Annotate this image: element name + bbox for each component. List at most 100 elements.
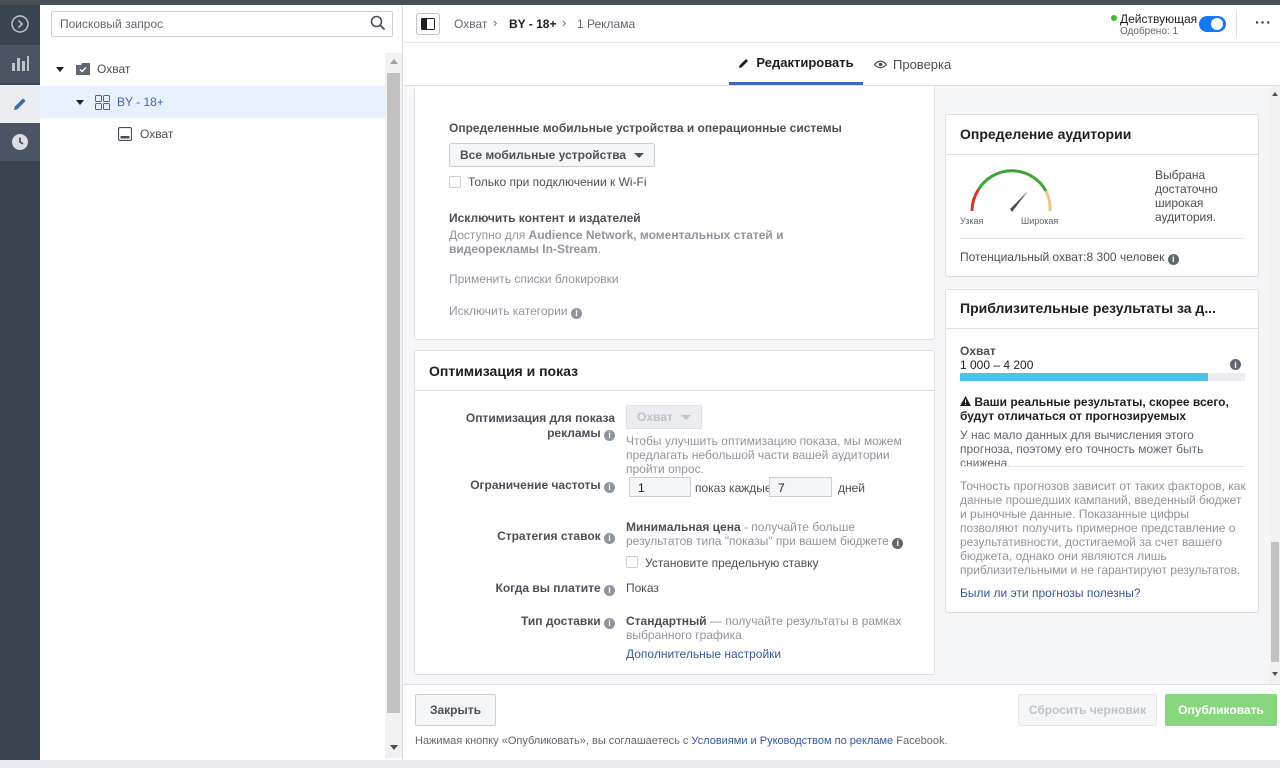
bid-cap-checkbox[interactable]	[626, 556, 638, 568]
delivery-label-row: Тип доставки i	[429, 614, 615, 629]
bid-strategy-name: Минимальная цена	[626, 520, 741, 534]
discard-draft-button[interactable]: Сбросить черновик	[1018, 694, 1157, 726]
caret-down-icon[interactable]	[76, 99, 84, 105]
breadcrumb-adset[interactable]: BY - 18+	[509, 17, 556, 31]
info-icon[interactable]: i	[1230, 359, 1241, 370]
adset-grid-icon	[95, 94, 110, 110]
estimate-range: 1 000 – 4 200	[960, 358, 1034, 372]
tree-item-label: Охват	[97, 62, 131, 76]
more-options-icon[interactable]: ···	[1255, 14, 1272, 30]
publish-button[interactable]: Опубликовать	[1165, 694, 1277, 726]
scroll-up-icon[interactable]	[390, 59, 398, 64]
status-dot	[1111, 15, 1117, 21]
more-settings-link[interactable]: Дополнительные настройки	[626, 647, 781, 661]
reports-button[interactable]	[0, 45, 40, 83]
terms-link[interactable]: Условиями и Руководством по рекламе	[691, 735, 893, 747]
exclude-categories-label: Исключить категории	[449, 304, 568, 318]
scroll-down-icon[interactable]	[390, 745, 398, 750]
freq-days-input[interactable]: 7	[769, 477, 832, 497]
scroll-up-icon[interactable]	[1272, 92, 1278, 96]
chevron-right-circle-icon	[11, 15, 29, 33]
delivery-label: Тип доставки	[521, 614, 601, 628]
delivery-type: Стандартный	[626, 614, 707, 628]
pencil-icon	[739, 58, 749, 68]
freq-mid-label: показ каждые	[695, 481, 772, 495]
caret-down-icon[interactable]	[56, 66, 64, 72]
wifi-checkbox[interactable]	[449, 176, 461, 188]
chevron-right-icon: ›	[493, 15, 498, 30]
audience-gauge	[970, 169, 1052, 212]
caret-down-icon	[680, 414, 691, 420]
freq-impressions-input[interactable]: 1	[629, 477, 691, 497]
warning-desc: У нас мало данных для вычисления этого п…	[960, 428, 1204, 470]
caret-down-icon	[634, 152, 645, 158]
divider	[960, 238, 1244, 239]
devices-dropdown[interactable]: Все мобильные устройства	[449, 143, 656, 167]
chevron-right-icon: ›	[562, 15, 567, 30]
status-label: Действующая	[1120, 12, 1198, 26]
scroll-thumb[interactable]	[387, 73, 400, 713]
tab-edit[interactable]: Редактировать	[729, 43, 863, 85]
history-button[interactable]	[0, 123, 40, 161]
gauge-wide-label: Широкая	[1021, 216, 1059, 226]
potential-reach: Потенциальный охват:8 300 человек i	[960, 250, 1179, 265]
search-icon[interactable]	[370, 15, 386, 31]
tree-item-campaign[interactable]: Охват	[40, 53, 385, 85]
tree-scrollbar[interactable]	[385, 53, 402, 758]
tab-label: Проверка	[893, 56, 952, 72]
info-icon[interactable]: i	[604, 481, 615, 493]
bid-label-row: Стратегия ставок i	[429, 529, 615, 544]
scroll-thumb[interactable]	[1271, 542, 1279, 662]
info-icon[interactable]: i	[604, 532, 615, 544]
close-button[interactable]: Закрыть	[415, 694, 496, 726]
opt-label-line1: Оптимизация для показа	[465, 411, 615, 425]
footer-bar: Закрыть Сбросить черновик Опубликовать Н…	[404, 684, 1280, 760]
info-icon[interactable]: i	[604, 617, 615, 629]
content-scrollbar[interactable]	[1270, 86, 1280, 684]
pay-label-row: Когда вы платите i	[429, 581, 615, 596]
block-lists-link[interactable]: Применить списки блокировки	[449, 272, 619, 286]
freq-unit-label: дней	[838, 481, 866, 495]
optimization-dropdown[interactable]: Охват	[626, 405, 702, 429]
tree-item-label: BY - 18+	[117, 95, 164, 109]
exclude-categories-row[interactable]: Исключить категории i	[449, 304, 582, 319]
tab-review[interactable]: Проверка	[874, 43, 951, 85]
info-icon[interactable]: i	[892, 537, 904, 549]
active-toggle[interactable]	[1199, 16, 1226, 32]
info-icon[interactable]: i	[1167, 253, 1179, 265]
tree-item-label: Охват	[140, 127, 174, 141]
left-rail	[0, 5, 40, 760]
approval-status: Одобрено: 1	[1120, 26, 1179, 37]
breadcrumb-ad[interactable]: 1 Реклама	[577, 17, 635, 31]
exclude-title: Исключить контент и издателей	[449, 211, 641, 225]
scroll-down-icon[interactable]	[1272, 672, 1278, 676]
disclaimer: Точность прогнозов зависит от таких факт…	[960, 479, 1246, 577]
ad-icon	[118, 127, 132, 141]
info-icon[interactable]: i	[604, 584, 615, 596]
divider	[415, 390, 934, 391]
feedback-link[interactable]: Были ли эти прогнозы полезны?	[960, 586, 1141, 600]
search-input[interactable]	[51, 11, 393, 37]
tree-item-ad[interactable]: Охват	[40, 118, 385, 150]
bar-chart-icon	[12, 56, 29, 71]
sidebar-toggle-icon	[421, 18, 435, 30]
reach-bar-fill	[960, 373, 1208, 381]
estimates-title: Приблизительные результаты за д...	[960, 300, 1216, 316]
opt-label-line2: рекламы	[547, 426, 601, 440]
divider	[946, 328, 1258, 329]
tree-item-adset[interactable]: BY - 18+	[40, 86, 385, 118]
warning-icon	[960, 396, 971, 406]
pencil-icon	[14, 98, 26, 110]
eye-icon	[874, 60, 887, 68]
freq-label-row: Ограничение частоты i	[429, 478, 615, 493]
collapse-button[interactable]	[0, 5, 40, 43]
terms-text: Нажимая кнопку «Опубликовать», вы соглаш…	[415, 734, 948, 748]
gauge-narrow-label: Узкая	[960, 216, 984, 226]
estimates-card: Приблизительные результаты за д... Охват…	[945, 289, 1259, 613]
estimate-metric: Охват	[960, 344, 996, 358]
edit-mode-button[interactable]	[0, 85, 40, 123]
panel-toggle-button[interactable]	[416, 13, 440, 35]
info-icon[interactable]: i	[604, 430, 615, 441]
breadcrumb-campaign[interactable]: Охват	[454, 17, 487, 31]
info-icon[interactable]: i	[570, 307, 582, 319]
